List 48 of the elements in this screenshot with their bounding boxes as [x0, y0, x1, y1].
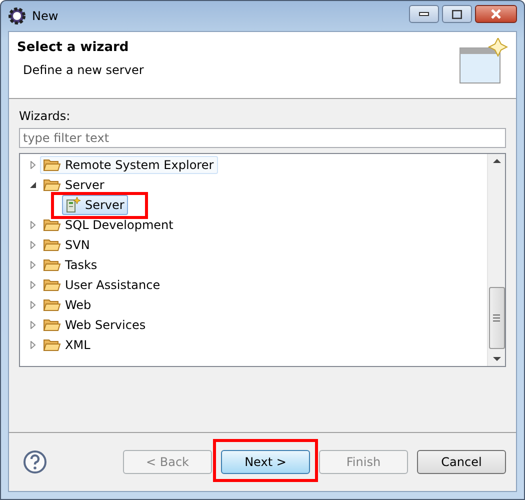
tree-item[interactable]: Server — [40, 176, 108, 194]
minimize-icon — [419, 12, 429, 16]
window-title: New — [32, 9, 60, 23]
folder-icon — [43, 278, 61, 292]
collapsed-arrow-icon[interactable] — [29, 301, 37, 309]
tree-item[interactable]: Web — [40, 296, 96, 314]
tree-item[interactable]: XML — [40, 336, 94, 354]
minimize-button[interactable] — [409, 5, 439, 23]
page-title: Select a wizard — [17, 40, 130, 55]
help-icon[interactable] — [23, 450, 47, 474]
maximize-icon — [452, 10, 462, 18]
dialog-button[interactable]: Next > — [221, 450, 310, 474]
tree-item[interactable]: Server — [62, 195, 128, 215]
folder-icon — [43, 258, 61, 272]
collapsed-arrow-icon[interactable] — [29, 321, 37, 329]
wizards-label: Wizards: — [19, 109, 72, 123]
folder-icon — [43, 338, 61, 352]
scroll-thumb[interactable] — [488, 287, 504, 349]
collapsed-arrow-icon[interactable] — [29, 341, 37, 349]
folder-icon — [43, 298, 61, 312]
tree-item[interactable]: SVN — [40, 236, 94, 254]
folder-icon — [43, 178, 61, 192]
tree-item[interactable]: User Assistance — [40, 276, 164, 294]
collapsed-arrow-icon[interactable] — [29, 261, 37, 269]
dialog-button[interactable]: Cancel — [417, 450, 506, 474]
folder-icon — [43, 318, 61, 332]
server-wizard-icon — [65, 197, 81, 213]
scroll-down-icon[interactable] — [492, 357, 500, 362]
folder-icon — [43, 158, 61, 172]
collapsed-arrow-icon[interactable] — [29, 161, 37, 169]
close-button[interactable] — [475, 5, 517, 23]
close-icon — [490, 9, 502, 19]
tree-item[interactable]: Tasks — [40, 256, 102, 274]
folder-icon — [43, 238, 61, 252]
scrollbar[interactable] — [487, 154, 505, 366]
collapsed-arrow-icon[interactable] — [29, 281, 37, 289]
expanded-arrow-icon[interactable] — [29, 181, 37, 189]
collapsed-arrow-icon[interactable] — [29, 241, 37, 249]
scroll-up-icon[interactable] — [492, 158, 500, 163]
tree-item[interactable]: SQL Development — [40, 216, 178, 234]
tree-item[interactable]: Web Services — [40, 316, 150, 334]
maximize-button[interactable] — [442, 5, 472, 23]
folder-icon — [43, 218, 61, 232]
filter-field[interactable]: type filter text — [19, 128, 506, 148]
app-gear-icon — [8, 7, 26, 25]
page-description: Define a new server — [22, 63, 145, 77]
tree-item[interactable]: Remote System Explorer — [40, 156, 218, 174]
collapsed-arrow-icon[interactable] — [29, 221, 37, 229]
